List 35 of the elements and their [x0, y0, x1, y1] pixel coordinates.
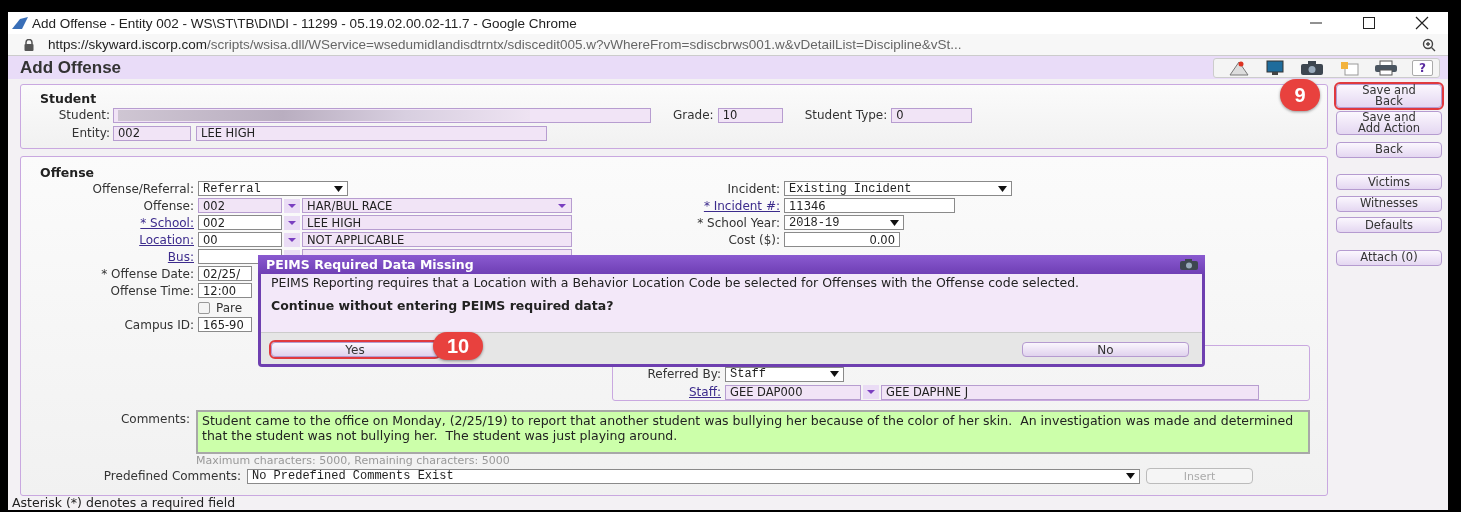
- grade-field: 10: [717, 107, 783, 123]
- window-title: Add Offense - Entity 002 - WS\ST\TB\DI\DI - 11299 - 05.19.02.00.02-11.7 - Google Chrome: [32, 15, 578, 31]
- field-label: * Offense Date:: [100, 266, 194, 281]
- field-label: Student Type:: [804, 108, 888, 122]
- step-badge: 9: [1280, 79, 1320, 111]
- field-label: Referred By:: [646, 367, 721, 381]
- dialog-title: PEIMS Required Data Missing: [266, 257, 474, 272]
- character-count: Maximum characters: 5000, Remaining characters: 5000: [196, 454, 511, 467]
- field-label: Campus ID:: [123, 317, 194, 332]
- student-type-field: 0: [891, 107, 973, 123]
- footnote: Asterisk (*) denotes a required field: [12, 496, 237, 510]
- section-heading: Offense: [40, 165, 95, 180]
- field-label: Grade:: [673, 108, 714, 122]
- name-field: HAR/BUL RACE: [302, 198, 572, 213]
- name-field: NOT APPLICABLE: [302, 232, 572, 247]
- field-label: Incident:: [726, 181, 780, 196]
- dialog-question: Continue without entering PEIMS required data?: [271, 298, 615, 313]
- field-label: * School Year:: [696, 215, 780, 230]
- field-label: Predefined Comments:: [102, 469, 241, 483]
- field-label: Offense/Referral:: [91, 181, 194, 196]
- step-badge: 10: [433, 332, 483, 360]
- field-label: Cost ($):: [727, 232, 780, 247]
- field-label: Offense:: [142, 198, 194, 213]
- entity-name-field: LEE HIGH: [196, 125, 547, 141]
- name-field: LEE HIGH: [302, 215, 572, 230]
- name-field: GEE DAPHNE J: [881, 384, 1259, 400]
- field-label: Student:: [57, 108, 110, 122]
- field-label: Offense Time:: [109, 283, 194, 298]
- section-heading: Student: [40, 91, 97, 106]
- field-label: Entity:: [70, 126, 110, 140]
- field-label: Comments:: [119, 411, 190, 428]
- dialog-message: PEIMS Reporting requires that a Location with a Behavior Location Code be selected for Offenses with the Offense code selected.: [271, 277, 1081, 288]
- entity-code-field: 002: [113, 125, 191, 141]
- page-title: Add Offense: [20, 57, 122, 78]
- checkbox-label: Pare: [216, 300, 243, 315]
